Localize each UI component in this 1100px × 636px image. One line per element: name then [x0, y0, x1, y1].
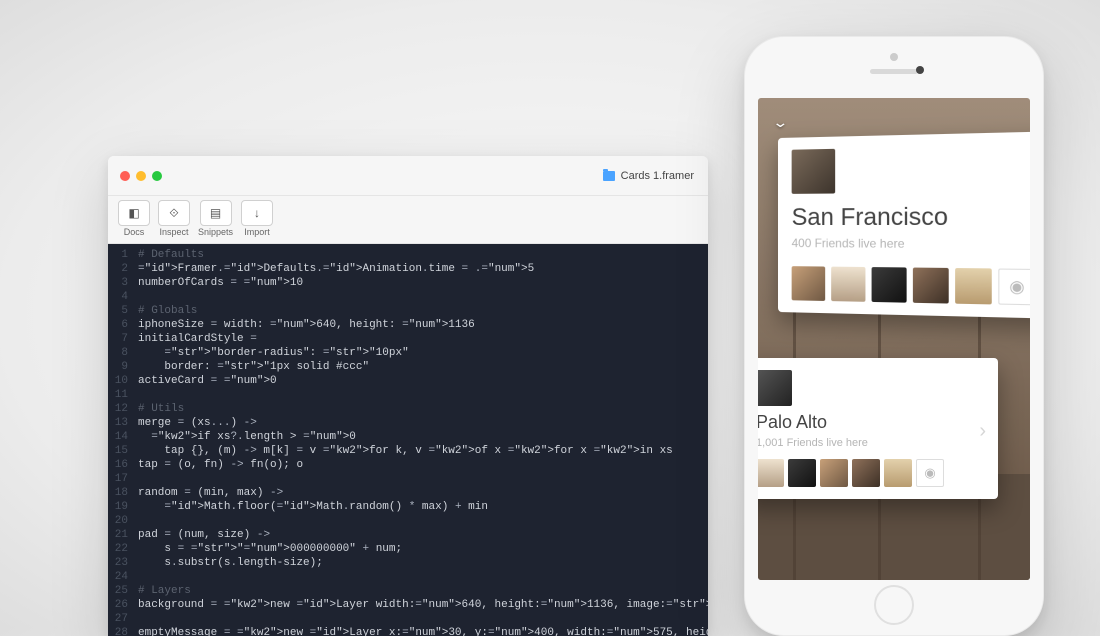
phone-sensor: [890, 53, 898, 61]
phone-screen[interactable]: ⌄ San Francisco 400 Friends live here › …: [758, 98, 1030, 580]
card-subtitle: 1,001 Friends live here: [758, 437, 984, 449]
inspect-icon: ⟐: [169, 207, 178, 219]
avatar[interactable]: [788, 459, 816, 487]
avatar[interactable]: [792, 266, 826, 301]
phone-camera: [916, 66, 924, 74]
traffic-lights: [120, 171, 162, 181]
chevron-down-icon[interactable]: ⌄: [772, 114, 789, 132]
code-editor[interactable]: 1234567891011121314151617181920212223242…: [108, 244, 708, 636]
chevron-right-icon[interactable]: ›: [979, 419, 986, 442]
code-text[interactable]: # Defaults="id">Framer.="id">Defaults.="…: [134, 244, 708, 636]
home-button[interactable]: [874, 585, 914, 625]
titlebar: Cards 1.framer: [108, 156, 708, 196]
card-title: San Francisco: [792, 202, 1030, 232]
toolbar-docs-label: Docs: [124, 227, 145, 237]
card-subtitle: 400 Friends live here: [792, 236, 1030, 252]
maximize-button[interactable]: [152, 171, 162, 181]
snippets-icon: ▤: [210, 207, 221, 219]
toolbar-snippets-label: Snippets: [198, 227, 233, 237]
toolbar-inspect[interactable]: ⟐ Inspect: [158, 200, 190, 237]
toolbar: ◧ Docs ⟐ Inspect ▤ Snippets ↓ Import: [108, 196, 708, 244]
card-san-francisco[interactable]: San Francisco 400 Friends live here › ◉: [778, 131, 1030, 319]
avatar[interactable]: [758, 459, 784, 487]
folder-icon: [603, 171, 615, 181]
avatar-row: ◉: [792, 266, 1030, 306]
avatar[interactable]: [872, 267, 907, 303]
card-photo: [792, 149, 836, 194]
avatar[interactable]: [820, 459, 848, 487]
toolbar-inspect-label: Inspect: [159, 227, 188, 237]
eye-icon[interactable]: ◉: [916, 459, 944, 487]
card-palo-alto[interactable]: Palo Alto 1,001 Friends live here › ◉: [758, 358, 998, 499]
file-title: Cards 1.framer: [603, 156, 694, 196]
phone-device: ⌄ San Francisco 400 Friends live here › …: [744, 36, 1044, 636]
toolbar-import-label: Import: [244, 227, 270, 237]
eye-icon[interactable]: ◉: [998, 269, 1030, 306]
avatar[interactable]: [831, 267, 865, 302]
close-button[interactable]: [120, 171, 130, 181]
avatar[interactable]: [955, 268, 992, 304]
toolbar-docs[interactable]: ◧ Docs: [118, 200, 150, 237]
card-title: Palo Alto: [758, 412, 984, 433]
avatar-row: ◉: [758, 459, 984, 487]
editor-window: Cards 1.framer ◧ Docs ⟐ Inspect ▤ Snippe…: [108, 156, 708, 636]
toolbar-snippets[interactable]: ▤ Snippets: [198, 200, 233, 237]
file-title-text: Cards 1.framer: [621, 170, 694, 182]
docs-icon: ◧: [128, 207, 139, 219]
avatar[interactable]: [852, 459, 880, 487]
avatar[interactable]: [913, 268, 949, 304]
card-photo: [758, 370, 792, 406]
avatar[interactable]: [884, 459, 912, 487]
line-gutter: 1234567891011121314151617181920212223242…: [108, 244, 134, 636]
import-icon: ↓: [254, 207, 260, 219]
minimize-button[interactable]: [136, 171, 146, 181]
toolbar-import[interactable]: ↓ Import: [241, 200, 273, 237]
phone-speaker: [870, 69, 918, 74]
